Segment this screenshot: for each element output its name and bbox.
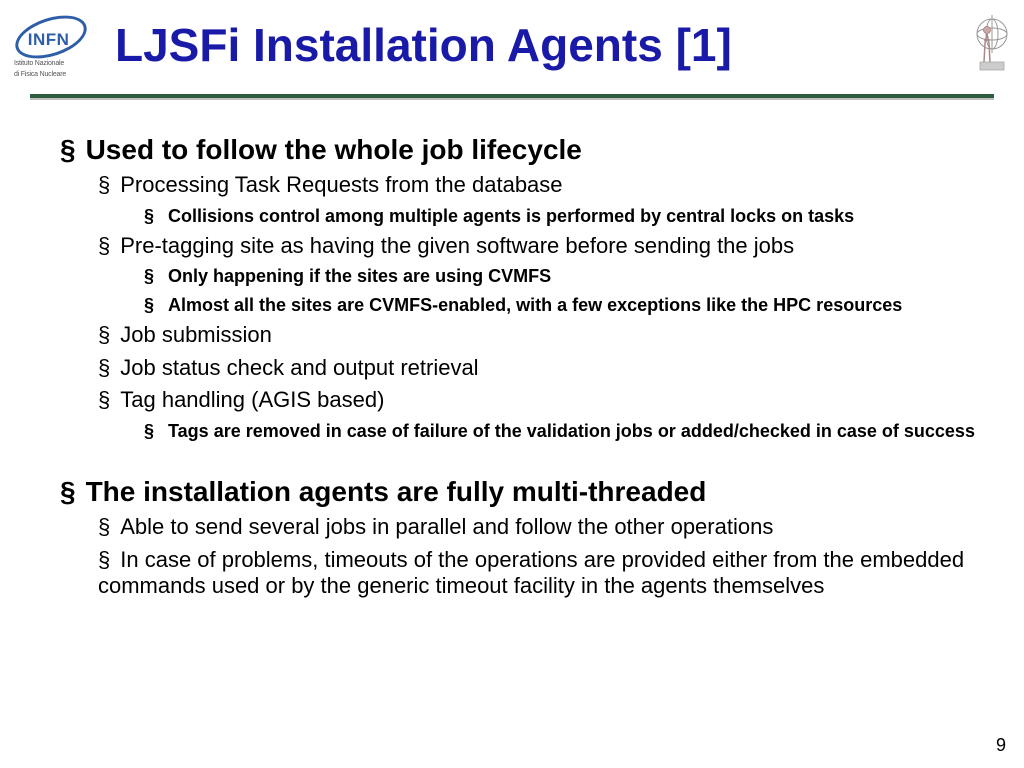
infn-logo-text: INFN [28,30,70,50]
globe-icon [972,10,1012,80]
bullet-l1: Used to follow the whole job lifecycle P… [60,134,984,442]
infn-logo-sub1: Istituto Nazionale [14,60,100,67]
bullet-l1: The installation agents are fully multi-… [60,476,984,599]
bullet-text: Used to follow the whole job lifecycle [86,134,582,165]
bullet-l2: Able to send several jobs in parallel an… [98,514,984,540]
bullet-text: Job status check and output retrieval [120,355,478,380]
slide-title: LJSFi Installation Agents [1] [115,18,954,72]
bullet-text: In case of problems, timeouts of the ope… [98,547,964,598]
infn-logo-oval: INFN [10,7,92,66]
bullet-text: Job submission [120,322,272,347]
bullet-text: Tag handling (AGIS based) [120,387,384,412]
bullet-text: Collisions control among multiple agents… [168,206,854,226]
bullet-text: The installation agents are fully multi-… [86,476,707,507]
bullet-l2: Pre-tagging site as having the given sof… [98,233,984,316]
page-number: 9 [996,735,1006,756]
bullet-text: Able to send several jobs in parallel an… [120,514,773,539]
bullet-l3: Tags are removed in case of failure of t… [144,420,984,443]
bullet-text: Tags are removed in case of failure of t… [168,421,975,441]
bullet-l2: Job status check and output retrieval [98,355,984,381]
bullet-text: Almost all the sites are CVMFS-enabled, … [168,295,902,315]
bullet-l3: Only happening if the sites are using CV… [144,265,984,288]
atlas-logo [972,10,1012,80]
infn-logo-sub2: di Fisica Nucleare [14,71,100,78]
slide-body: Used to follow the whole job lifecycle P… [60,130,984,610]
bullet-l2: Processing Task Requests from the databa… [98,172,984,227]
bullet-text: Pre-tagging site as having the given sof… [120,233,794,258]
bullet-text: Processing Task Requests from the databa… [120,172,562,197]
bullet-l3: Collisions control among multiple agents… [144,205,984,228]
slide: INFN Istituto Nazionale di Fisica Nuclea… [0,0,1024,768]
title-divider [30,94,994,98]
bullet-l2: Job submission [98,322,984,348]
bullet-l3: Almost all the sites are CVMFS-enabled, … [144,294,984,317]
bullet-text: Only happening if the sites are using CV… [168,266,551,286]
bullet-l2: Tag handling (AGIS based) Tags are remov… [98,387,984,442]
infn-logo: INFN Istituto Nazionale di Fisica Nuclea… [14,18,100,78]
bullet-l2: In case of problems, timeouts of the ope… [98,547,984,600]
